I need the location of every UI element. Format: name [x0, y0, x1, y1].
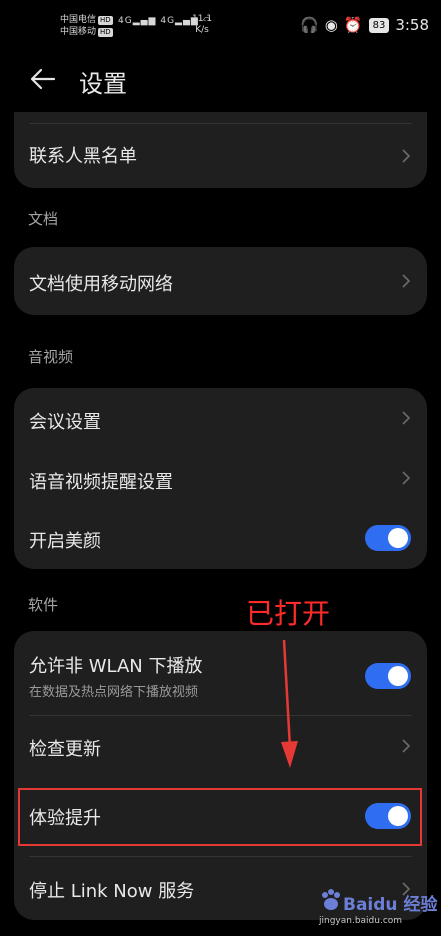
battery-icon: 83: [368, 17, 390, 33]
eye-icon: ◉: [324, 16, 338, 34]
card-document: 文档使用移动网络: [14, 247, 427, 315]
page-title: 设置: [79, 70, 127, 98]
section-label-document: 文档: [28, 210, 59, 228]
headphone-icon: 🎧: [300, 16, 319, 34]
card-contacts: 联系人黑名单: [14, 112, 427, 188]
annotation-highlight-box: [18, 788, 422, 846]
speed-unit: K/s: [195, 25, 209, 35]
chevron-right-icon: [402, 149, 411, 163]
signal-icon: ▂▄▆: [132, 16, 157, 26]
toggle-knob: [388, 666, 408, 686]
chevron-right-icon: [402, 274, 411, 288]
status-right: 🎧 ◉ ⏰ 83 3:58: [300, 16, 429, 34]
row-label: 停止 Link Now 服务: [29, 881, 195, 902]
annotation-text: 已打开: [246, 597, 331, 630]
row-label: 开启美颜: [29, 531, 101, 552]
net-type-1: 4G: [118, 16, 133, 26]
row-contact-blacklist[interactable]: 联系人黑名单: [14, 124, 427, 188]
clock: 3:58: [395, 16, 429, 34]
row-label: 联系人黑名单: [29, 146, 137, 167]
row-label: 允许非 WLAN 下播放: [29, 656, 203, 677]
speed-value: 11.1: [192, 14, 213, 24]
carrier-info: 中国电信 HD 中国移动 HD: [60, 14, 113, 38]
chevron-right-icon: [402, 739, 411, 753]
net-type-2: 4G: [160, 16, 176, 26]
carrier-1: 中国电信: [60, 15, 97, 25]
row-av-reminder[interactable]: 语音视频提醒设置: [14, 448, 427, 508]
status-bar: 中国电信 HD 中国移动 HD 4G▂▄▆ 4G▂▄▆ ◠ 11.1 K/s 🎧 ◉…: [0, 0, 441, 52]
card-software: 允许非 WLAN 下播放 在数据及热点网络下播放视频 检查更新 体验提升 停止 …: [14, 631, 427, 920]
hd-badge: HD: [98, 16, 113, 25]
row-label: 检查更新: [29, 739, 101, 760]
row-non-wlan-play: 允许非 WLAN 下播放 在数据及热点网络下播放视频: [14, 631, 427, 715]
chevron-right-icon: [402, 411, 411, 425]
row-meeting-settings[interactable]: 会议设置: [14, 388, 427, 448]
network-speed: 11.1 K/s: [192, 14, 212, 36]
back-arrow-icon[interactable]: [28, 64, 58, 94]
row-label: 文档使用移动网络: [29, 274, 173, 295]
row-doc-mobile-network[interactable]: 文档使用移动网络: [14, 247, 427, 315]
annotation-arrow-icon: [281, 639, 298, 768]
toggle-knob: [388, 528, 408, 548]
row-label: 语音视频提醒设置: [29, 472, 173, 493]
section-label-av: 音视频: [28, 348, 74, 366]
baidu-watermark: Baidu 经验 jingyan.baidu.com: [319, 886, 437, 932]
app-header: 设置: [0, 52, 441, 108]
carrier-2: 中国移动: [60, 27, 97, 37]
row-beauty: 开启美颜: [14, 508, 427, 569]
hd-badge: HD: [98, 28, 113, 37]
row-check-update[interactable]: 检查更新: [14, 716, 427, 776]
beauty-toggle[interactable]: [365, 525, 411, 551]
chevron-right-icon: [402, 471, 411, 485]
watermark-brand: Baidu 经验: [343, 895, 438, 915]
row-label: 会议设置: [29, 412, 101, 433]
paw-icon: [322, 889, 340, 910]
alarm-icon: ⏰: [343, 16, 363, 34]
card-av: 会议设置 语音视频提醒设置 开启美颜: [14, 388, 427, 569]
watermark-url: jingyan.baidu.com: [319, 916, 403, 926]
section-label-software: 软件: [28, 596, 59, 614]
non-wlan-toggle[interactable]: [365, 663, 411, 689]
row-sublabel: 在数据及热点网络下播放视频: [29, 685, 199, 700]
